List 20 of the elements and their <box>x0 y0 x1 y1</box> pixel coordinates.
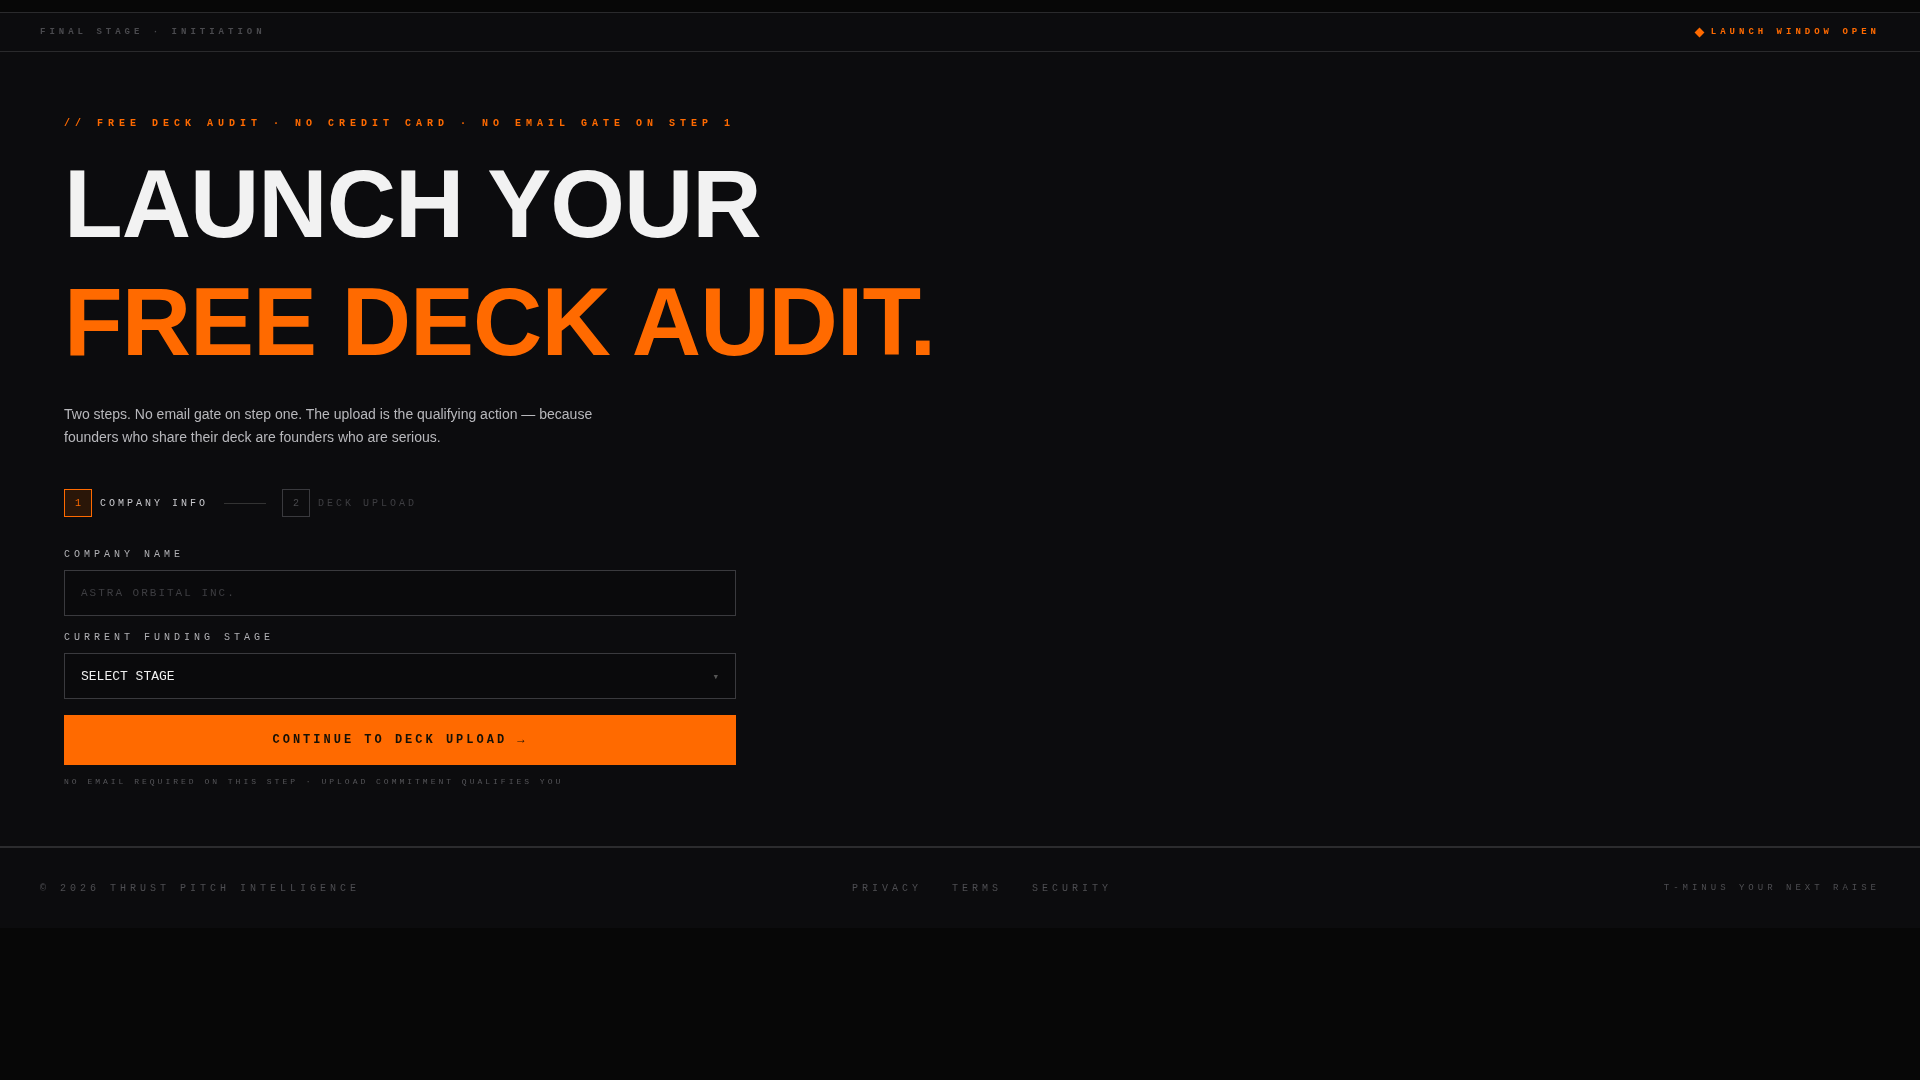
form-note: NO EMAIL REQUIRED ON THIS STEP · UPLOAD COMMITMENT QUALIFIES YOU <box>64 777 565 786</box>
caret-icon: ▾ <box>712 669 719 683</box>
step-label[interactable]: COMPANY INFO <box>100 497 208 509</box>
headline-highlight: FREE DECK AUDIT. <box>64 267 936 377</box>
step-number[interactable]: 1 <box>64 489 92 517</box>
eyebrow-text: // FREE DECK AUDIT · NO CREDIT CARD · NO EMAIL GATE ON STEP 1 <box>64 118 736 129</box>
status-label: LAUNCH WINDOW OPEN <box>1710 27 1880 37</box>
footer-link[interactable]: SECURITY <box>1031 882 1112 894</box>
step-number[interactable]: 2 <box>282 489 310 517</box>
funding-stage-dropdown[interactable]: SELECT STAGE ▾ <box>64 653 736 699</box>
footer-link[interactable]: PRIVACY <box>851 882 922 894</box>
field-label: CURRENT FUNDING STAGE <box>64 632 276 643</box>
footer-tagline: T-MINUS YOUR NEXT RAISE <box>1663 883 1880 893</box>
copyright-text: © 2026 THRUST PITCH INTELLIGENCE <box>40 882 361 894</box>
field-label: COMPANY NAME <box>64 549 185 560</box>
footer-link[interactable]: TERMS <box>951 882 1002 894</box>
intro-paragraph: Two steps. No email gate on step one. The upload is the qualifying action — because founders who share their deck are founders who are serious. <box>64 405 594 447</box>
continue-button[interactable]: CONTINUE TO DECK UPLOAD → <box>64 715 736 765</box>
headline: LAUNCH YOUR <box>64 149 761 259</box>
stage-label: FINAL STAGE · INITIATION <box>40 27 266 37</box>
